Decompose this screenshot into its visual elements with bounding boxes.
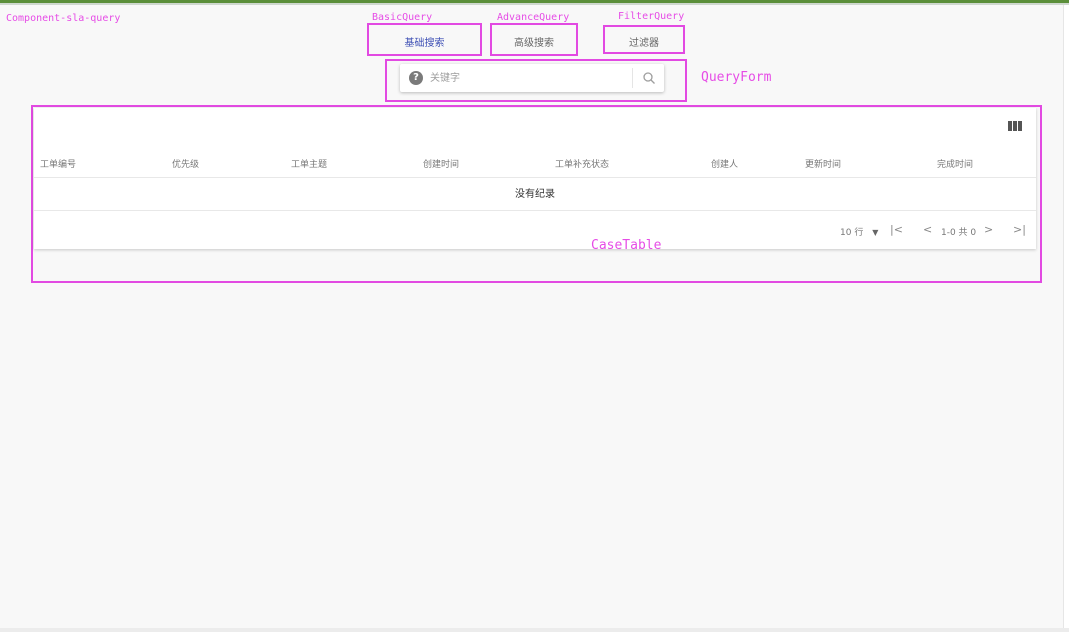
basic-query-annotation: BasicQuery [372,12,433,23]
header-ticket-number[interactable]: 工单编号 [40,157,76,170]
dropdown-triangle-icon: ▼ [872,228,879,237]
query-form-annotation: QueryForm [701,70,772,85]
filter-query-annotation: FilterQuery [618,11,685,22]
view-column-icon[interactable] [1008,121,1022,131]
tab-filter[interactable]: 过滤器 [603,25,685,54]
header-completed-time[interactable]: 完成时间 [937,157,973,170]
component-annotation: Component-sla-query [6,13,121,24]
rows-per-page-select[interactable]: 10 行 ▼ [840,225,878,238]
empty-state-row: 没有纪录 [34,179,1036,211]
header-created-time[interactable]: 创建时间 [423,157,459,170]
table-pagination: 10 行 ▼ |< < 1-0 共 0 > >| [34,212,1036,249]
magnifier-icon [643,72,655,84]
last-page-icon[interactable]: >| [1013,223,1026,236]
first-page-icon[interactable]: |< [890,223,903,236]
header-priority[interactable]: 优先级 [172,157,199,170]
header-subject[interactable]: 工单主题 [291,157,327,170]
search-bar: ? [400,64,664,92]
tab-advance-search-label: 高级搜索 [514,38,554,49]
header-updated-time[interactable]: 更新时间 [805,157,841,170]
chevron-right-icon[interactable]: > [984,223,993,236]
table-header-row: 工单编号 优先级 工单主题 创建时间 工单补充状态 创建人 更新时间 完成时间 [34,150,1036,178]
pagination-range: 1-0 共 0 [941,228,977,238]
empty-state-text: 没有纪录 [515,189,555,200]
header-supplement-status[interactable]: 工单补充状态 [555,157,609,170]
right-edge-strip [1063,5,1069,632]
case-table-annotation: CaseTable [591,238,662,253]
top-accent-bar [0,0,1069,5]
keyword-search-input[interactable] [430,68,626,88]
tab-advance-search[interactable]: 高级搜索 [490,23,578,56]
header-creator[interactable]: 创建人 [711,157,738,170]
question-circle-icon[interactable]: ? [409,71,423,85]
tab-basic-search[interactable]: 基础搜索 [367,23,482,56]
tab-filter-label: 过滤器 [629,38,659,49]
case-table: 工单编号 优先级 工单主题 创建时间 工单补充状态 创建人 更新时间 完成时间 … [34,108,1036,249]
advance-query-annotation: AdvanceQuery [497,12,570,23]
bottom-edge-strip [0,628,1069,632]
chevron-left-icon[interactable]: < [923,223,932,236]
search-divider [632,68,633,88]
rows-per-page-value: 10 行 [840,228,864,238]
search-button[interactable] [638,68,660,88]
tab-basic-search-label: 基础搜索 [404,38,445,49]
